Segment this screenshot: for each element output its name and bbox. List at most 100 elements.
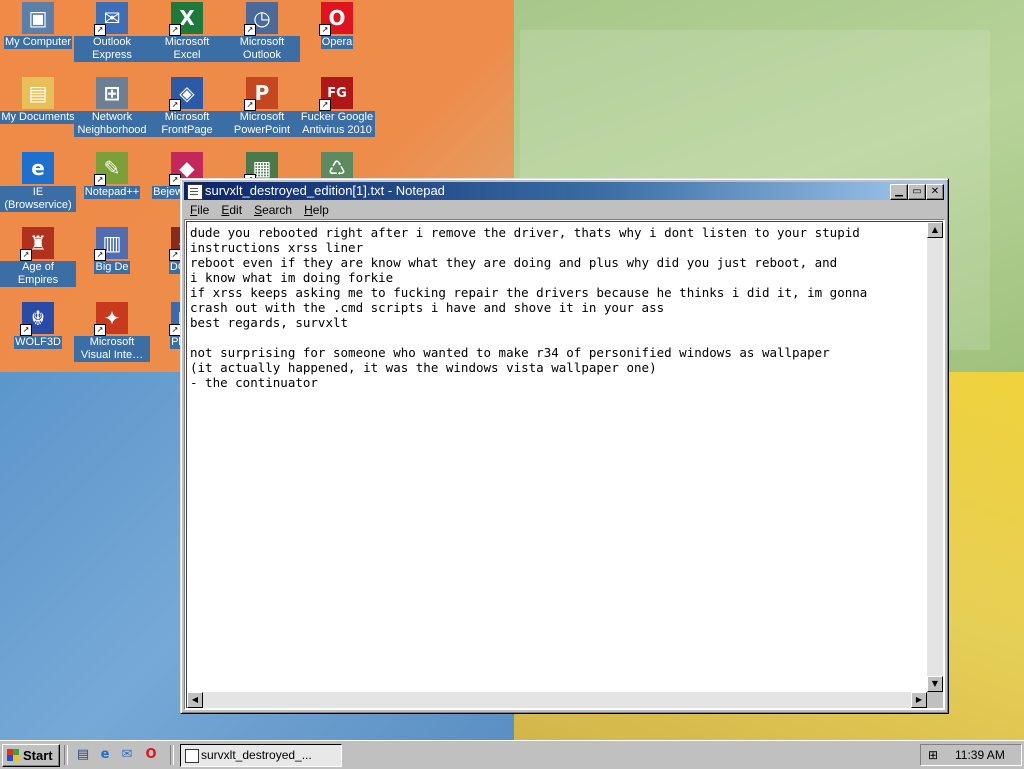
desktop-icon[interactable]: ▥ ↗ Big De (74, 227, 150, 274)
outlook-express-icon[interactable]: ✉ ↗ (94, 2, 128, 36)
my-computer-icon[interactable]: ▣ (22, 2, 54, 34)
scroll-right-button[interactable]: ▶ (911, 692, 927, 708)
desktop-icon[interactable]: ⊞ Network Neighborhood (74, 77, 150, 137)
menu-search[interactable]: Search (248, 201, 298, 219)
desktop-icon-label: Fucker Google Antivirus 2010 (299, 111, 375, 137)
desktop-icon[interactable]: O ↗ Opera (299, 2, 375, 49)
maximize-button[interactable]: ▭ (908, 184, 926, 200)
desktop-icon[interactable]: e IE (Browservice) (0, 152, 76, 212)
wolf3d-icon[interactable]: ☬ ↗ (20, 302, 54, 336)
text-edit-inner: dude you rebooted right after i remove t… (186, 221, 943, 708)
fucker-google-antivirus-icon[interactable]: FG ↗ (319, 77, 353, 111)
desktop-icon[interactable]: ▤ My Documents (0, 77, 76, 124)
start-button[interactable]: Start (2, 744, 60, 767)
minimize-button[interactable]: ▁ (890, 184, 908, 200)
notepad-plus-plus-icon[interactable]: ✎ ↗ (94, 152, 128, 186)
menu-help[interactable]: Help (298, 201, 335, 219)
quicklaunch-opera-icon[interactable]: O (142, 746, 160, 764)
shortcut-arrow-icon: ↗ (169, 99, 181, 111)
microsoft-outlook-icon[interactable]: ◷ ↗ (244, 2, 278, 36)
desktop-icon-label: Microsoft FrontPage (149, 111, 225, 137)
desktop-icon-label: Microsoft Outlook (224, 36, 300, 62)
network-neighborhood-icon[interactable]: ⊞ (96, 77, 128, 109)
shortcut-arrow-icon: ↗ (20, 324, 32, 336)
desktop-icon-label: My Computer (3, 36, 73, 49)
taskbar: Start ▤ e ✉ O survxlt_destroyed_... ⊞ 11… (0, 740, 1024, 769)
desktop-icon-label: Opera (320, 36, 354, 49)
taskbar-separator (64, 745, 68, 765)
big-fish-icon[interactable]: ▥ ↗ (94, 227, 128, 261)
shortcut-arrow-icon: ↗ (244, 24, 256, 36)
internet-explorer-icon[interactable]: e (22, 152, 54, 184)
microsoft-powerpoint-icon[interactable]: P ↗ (244, 77, 278, 111)
scroll-down-button[interactable]: ▼ (927, 676, 943, 692)
quicklaunch-outlook-express-icon[interactable]: ✉ (118, 746, 136, 764)
windows-logo-icon (7, 749, 19, 761)
scroll-up-button[interactable]: ▲ (927, 222, 943, 238)
age-of-empires-icon[interactable]: ♜ ↗ (20, 227, 54, 261)
desktop-icon-label: WOLF3D (14, 336, 62, 349)
desktop-icon[interactable]: ✦ ↗ Microsoft Visual Inte… (74, 302, 150, 362)
notepad-task-icon (185, 749, 199, 763)
microsoft-visual-interdev-icon[interactable]: ✦ ↗ (94, 302, 128, 336)
desktop-icon[interactable]: ✉ ↗ Outlook Express (74, 2, 150, 62)
shortcut-arrow-icon: ↗ (94, 249, 106, 261)
desktop-icon-label: Microsoft PowerPoint (224, 111, 300, 137)
shortcut-arrow-icon: ↗ (94, 324, 106, 336)
desktop-icon[interactable]: P ↗ Microsoft PowerPoint (224, 77, 300, 137)
menu-edit[interactable]: Edit (215, 201, 248, 219)
desktop-icon-label: Network Neighborhood (74, 111, 150, 137)
desktop-icon[interactable]: ▣ My Computer (0, 2, 76, 49)
document-text[interactable]: dude you rebooted right after i remove t… (190, 225, 923, 688)
clock[interactable]: 11:39 AM (955, 745, 1005, 765)
text-edit-area[interactable]: dude you rebooted right after i remove t… (184, 219, 945, 710)
tray-network-icon[interactable]: ⊞ (925, 747, 941, 763)
notepad-app-icon[interactable] (187, 184, 203, 200)
shortcut-arrow-icon: ↗ (319, 24, 331, 36)
my-documents-icon[interactable]: ▤ (22, 77, 54, 109)
microsoft-excel-icon[interactable]: X ↗ (169, 2, 203, 36)
desktop-icon-label: Notepad++ (83, 186, 141, 199)
desktop-icon-label: Microsoft Visual Inte… (74, 336, 150, 362)
desktop-icon[interactable]: ♜ ↗ Age of Empires (0, 227, 76, 287)
taskbar-notepad-label: survxlt_destroyed_... (201, 748, 312, 762)
desktop-icon[interactable]: ◷ ↗ Microsoft Outlook (224, 2, 300, 62)
quicklaunch-desktop-icon[interactable]: ▤ (74, 746, 92, 764)
scroll-left-button[interactable]: ◀ (187, 692, 203, 708)
start-label: Start (23, 748, 53, 763)
desktop-icon[interactable]: ✎ ↗ Notepad++ (74, 152, 150, 199)
shortcut-arrow-icon: ↗ (94, 24, 106, 36)
icon-glyph: e (22, 152, 54, 184)
desktop-icon-label: Microsoft Excel (149, 36, 225, 62)
desktop-icon[interactable]: ☬ ↗ WOLF3D (0, 302, 76, 349)
icon-glyph: ⊞ (96, 77, 128, 109)
taskbar-notepad-button[interactable]: survxlt_destroyed_... (180, 744, 342, 767)
desktop-icon[interactable]: FG ↗ Fucker Google Antivirus 2010 (299, 77, 375, 137)
shortcut-arrow-icon: ↗ (94, 174, 106, 186)
menu-file[interactable]: File (184, 201, 215, 219)
icon-glyph: ▤ (22, 77, 54, 109)
horizontal-scrollbar[interactable]: ◀ ▶ (187, 692, 927, 708)
desktop-icon-label: Age of Empires (0, 261, 76, 287)
title-bar[interactable]: survxlt_destroyed_edition[1].txt - Notep… (184, 182, 945, 200)
scrollbar-corner (927, 692, 943, 708)
menu-bar: File Edit Search Help (184, 201, 945, 219)
quicklaunch-ie-icon[interactable]: e (96, 746, 114, 764)
icon-glyph: ▣ (22, 2, 54, 34)
desktop-icon-label: Big De (94, 261, 130, 274)
vertical-scrollbar[interactable]: ▲ ▼ (927, 222, 943, 692)
desktop-icon-label: IE (Browservice) (0, 186, 76, 212)
shortcut-arrow-icon: ↗ (244, 99, 256, 111)
shortcut-arrow-icon: ↗ (20, 249, 32, 261)
shortcut-arrow-icon: ↗ (169, 24, 181, 36)
desktop-icon-label: My Documents (0, 111, 76, 124)
close-button[interactable]: ✕ (926, 184, 944, 200)
window-title: survxlt_destroyed_edition[1].txt - Notep… (205, 183, 445, 198)
microsoft-frontpage-icon[interactable]: ◈ ↗ (169, 77, 203, 111)
taskbar-separator (170, 745, 174, 765)
desktop-icon[interactable]: ◈ ↗ Microsoft FrontPage (149, 77, 225, 137)
desktop-icon[interactable]: X ↗ Microsoft Excel (149, 2, 225, 62)
opera-icon[interactable]: O ↗ (319, 2, 353, 36)
notepad-window[interactable]: survxlt_destroyed_edition[1].txt - Notep… (180, 178, 949, 714)
desktop-icon-label: Outlook Express (74, 36, 150, 62)
